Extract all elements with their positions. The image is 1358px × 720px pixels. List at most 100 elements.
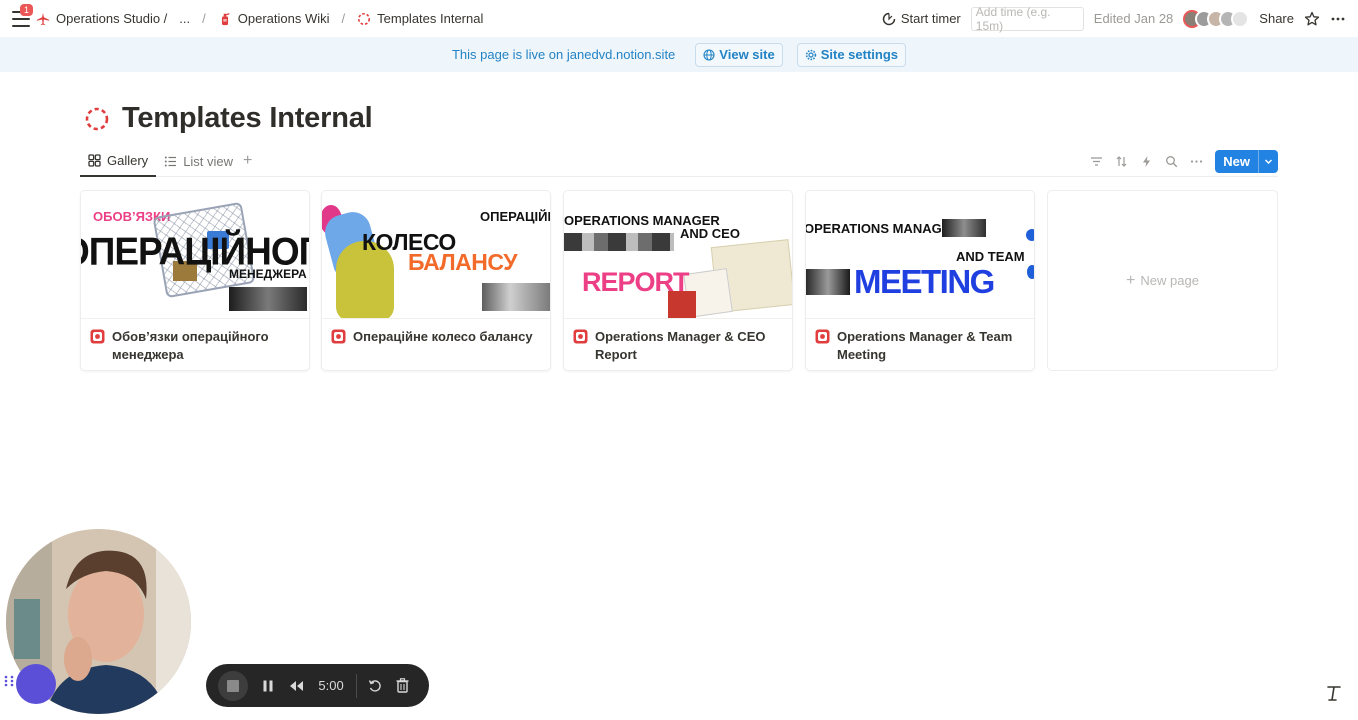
breadcrumb-item-operations-studio[interactable]: Operations Studio / bbox=[36, 11, 167, 26]
tab-label: Gallery bbox=[107, 152, 149, 168]
site-settings-button[interactable]: Site settings bbox=[796, 42, 906, 67]
card-cover: ОПЕРАЦІЙНЕ КОЛЕСО БАЛАНСУ bbox=[322, 191, 550, 319]
page-icon bbox=[90, 329, 105, 344]
sort-icon[interactable] bbox=[1115, 155, 1128, 168]
card-cover: OPERATIONS MANAGER AND CEO REPORT bbox=[564, 191, 792, 319]
timer-icon bbox=[882, 12, 896, 25]
page-icon bbox=[331, 329, 346, 344]
star-icon[interactable] bbox=[1304, 11, 1320, 27]
pause-button[interactable] bbox=[254, 680, 282, 692]
rewind-icon bbox=[289, 680, 303, 691]
card-cover: ОБОВ’ЯЗКИ ОПЕРАЦІЙНОГО МЕНЕДЖЕРА bbox=[81, 191, 309, 319]
stop-button[interactable] bbox=[218, 670, 248, 701]
gallery-icon bbox=[88, 153, 101, 167]
stop-icon bbox=[227, 679, 239, 692]
gallery-card[interactable]: ОБОВ’ЯЗКИ ОПЕРАЦІЙНОГО МЕНЕДЖЕРА Обов’яз… bbox=[80, 190, 310, 371]
fire-extinguisher-icon bbox=[221, 12, 230, 25]
tab-label: List view bbox=[183, 153, 234, 169]
new-button[interactable]: New bbox=[1215, 149, 1278, 173]
breadcrumb-item-templates-internal[interactable]: Templates Internal bbox=[357, 11, 483, 26]
stones-image bbox=[482, 283, 550, 311]
globe-icon bbox=[703, 48, 715, 61]
search-icon[interactable] bbox=[1165, 155, 1178, 168]
delete-button[interactable] bbox=[389, 678, 417, 693]
divider bbox=[355, 673, 357, 698]
breadcrumb-label: ... bbox=[179, 11, 191, 26]
more-icon[interactable] bbox=[1330, 11, 1346, 27]
page-title[interactable]: Templates Internal bbox=[122, 102, 373, 135]
card-title: Operations Manager & Team Meeting bbox=[806, 319, 1034, 364]
rewind-button[interactable] bbox=[282, 680, 310, 692]
chevron-down-icon bbox=[1265, 159, 1272, 164]
start-timer-label: Start timer bbox=[900, 11, 961, 26]
avatar bbox=[1231, 9, 1250, 28]
new-button-label: New bbox=[1223, 153, 1250, 169]
breadcrumb-item-ellipsis[interactable]: ... bbox=[179, 11, 190, 26]
card-title-text: Operations Manager & Team Meeting bbox=[837, 329, 1013, 362]
newspaper-collage bbox=[564, 233, 674, 251]
filter-icon[interactable] bbox=[1090, 155, 1103, 168]
new-dropdown-button[interactable] bbox=[1258, 149, 1278, 173]
cover-text: БАЛАНСУ bbox=[408, 249, 518, 275]
tab-list-view[interactable]: List view bbox=[156, 146, 241, 176]
card-title-text: Операційне колесо балансу bbox=[353, 329, 533, 344]
cover-text: MEETING bbox=[854, 263, 995, 300]
time-input[interactable]: Add time (e.g. 15m) bbox=[970, 4, 1084, 33]
view-site-button[interactable]: View site bbox=[695, 42, 783, 67]
site-live-text: This page is live on janedvd.notion.site bbox=[451, 47, 676, 62]
photo-collage bbox=[942, 219, 986, 237]
text-cursor-icon[interactable] bbox=[1326, 684, 1342, 702]
restart-button[interactable] bbox=[361, 679, 389, 693]
blue-shape bbox=[1026, 229, 1034, 241]
cover-text: МЕНЕДЖЕРА bbox=[229, 267, 307, 281]
gallery-card[interactable]: OPERATIONS MANAGER AND TEAM MEETING Oper… bbox=[805, 190, 1035, 371]
edited-timestamp: Edited Jan 28 bbox=[1093, 11, 1174, 26]
plus-icon: + bbox=[1126, 271, 1136, 289]
share-button[interactable]: Share bbox=[1259, 11, 1294, 26]
time-input-placeholder: Add time (e.g. 15m) bbox=[975, 4, 1051, 33]
card-title-text: Operations Manager & CEO Report bbox=[595, 329, 766, 362]
breadcrumb-label: Operations Studio / bbox=[56, 11, 168, 26]
tab-gallery[interactable]: Gallery bbox=[80, 146, 157, 177]
gallery-card[interactable]: ОПЕРАЦІЙНЕ КОЛЕСО БАЛАНСУ Операційне кол… bbox=[321, 190, 551, 371]
blue-shape bbox=[1027, 265, 1034, 279]
more-icon[interactable] bbox=[1190, 155, 1203, 168]
webcam-control-dot[interactable] bbox=[16, 664, 56, 704]
card-title: Операційне колесо балансу bbox=[322, 319, 550, 346]
card-title: Operations Manager & CEO Report bbox=[564, 319, 792, 364]
add-view-button[interactable]: + bbox=[243, 152, 252, 170]
trash-icon bbox=[396, 678, 409, 693]
start-timer-button[interactable]: Start timer bbox=[882, 11, 961, 26]
drag-handle-icon[interactable] bbox=[3, 674, 15, 688]
recording-time: 5:00 bbox=[318, 678, 344, 693]
breadcrumb: Operations Studio / ... / Operations Wik… bbox=[36, 11, 483, 26]
site-live-banner: This page is live on janedvd.notion.site… bbox=[0, 37, 1358, 72]
breadcrumb-label: Templates Internal bbox=[377, 11, 484, 26]
view-site-label: View site bbox=[719, 47, 775, 62]
view-tabs: Gallery List view + New bbox=[80, 146, 1278, 177]
gallery-card[interactable]: OPERATIONS MANAGER AND CEO REPORT Operat… bbox=[563, 190, 793, 371]
sidebar-menu-button[interactable]: 1 bbox=[12, 3, 34, 27]
new-page-card[interactable]: + New page bbox=[1047, 190, 1278, 371]
top-bar: 1 Operations Studio / ... / Operations W… bbox=[0, 0, 1358, 37]
photo-collage bbox=[806, 269, 850, 295]
lightning-icon[interactable] bbox=[1140, 155, 1153, 168]
cover-text: AND CEO bbox=[680, 226, 740, 241]
cover-text: REPORT bbox=[582, 267, 690, 297]
page-header: Templates Internal bbox=[84, 102, 373, 135]
collaborator-avatars[interactable] bbox=[1183, 9, 1250, 28]
recording-controls: 5:00 bbox=[206, 664, 429, 707]
pause-icon bbox=[263, 680, 273, 691]
card-title-text: Обов’язки операційного менеджера bbox=[112, 329, 269, 362]
restart-icon bbox=[368, 679, 381, 692]
photo-collage bbox=[229, 287, 307, 311]
dashed-circle-icon[interactable] bbox=[84, 106, 110, 132]
breadcrumb-separator: / bbox=[202, 11, 206, 26]
breadcrumb-separator: / bbox=[341, 11, 346, 26]
card-title: Обов’язки операційного менеджера bbox=[81, 319, 309, 364]
card-cover: OPERATIONS MANAGER AND TEAM MEETING bbox=[806, 191, 1034, 319]
new-page-label: New page bbox=[1140, 273, 1199, 288]
breadcrumb-item-operations-wiki[interactable]: Operations Wiki bbox=[218, 11, 330, 26]
dashed-circle-icon bbox=[358, 12, 371, 25]
cover-text: OPERATIONS MANAGER bbox=[806, 221, 960, 236]
